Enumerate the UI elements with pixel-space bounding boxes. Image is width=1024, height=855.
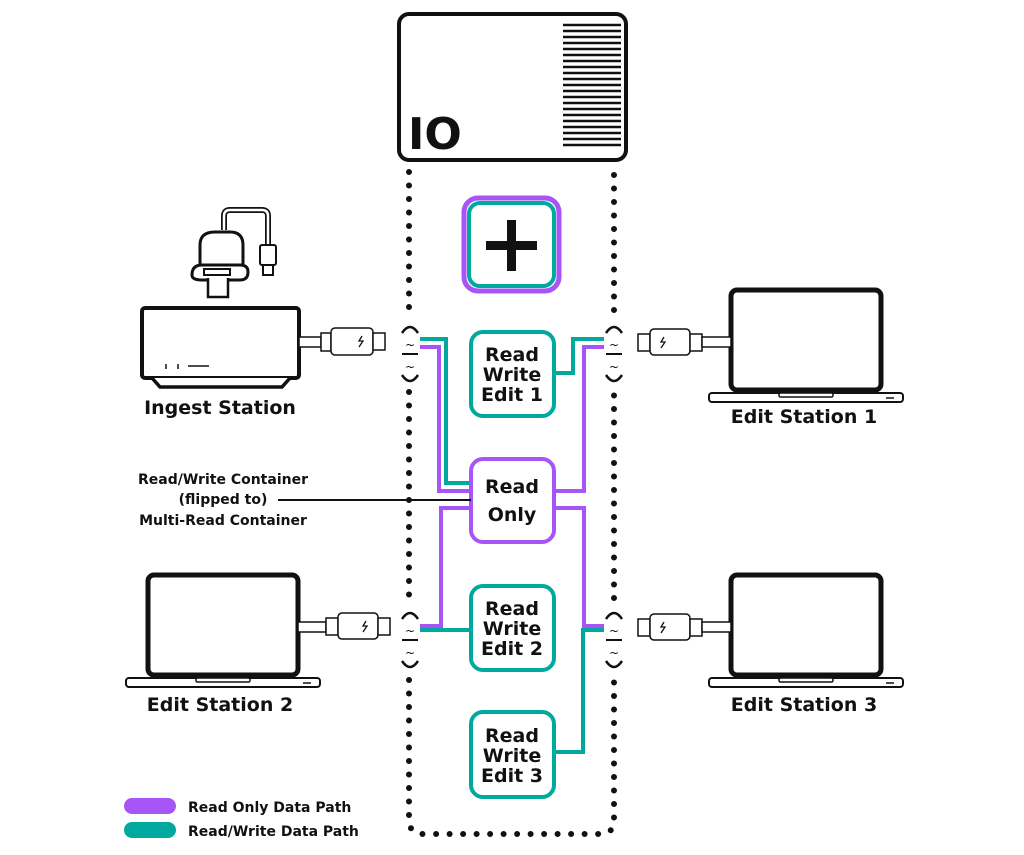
laptop-icon (709, 290, 903, 402)
card-reader-icon (190, 207, 277, 299)
flip-annotation: Read/Write Container (flipped to) Multi-… (138, 472, 471, 529)
svg-text:Read: Read (485, 344, 539, 366)
network-diagram: ~ ~ IO Read Write Edit 1 Read Only Read … (0, 12, 1024, 840)
edit-station-3[interactable]: Edit Station 3 (637, 575, 903, 716)
path-edit3-rw (553, 628, 604, 754)
container-read-write-edit-1[interactable]: Read Write Edit 1 (469, 330, 556, 418)
svg-text:Multi-Read Container: Multi-Read Container (139, 513, 307, 529)
path-edit1-ro (553, 345, 604, 493)
port-ingest-icon (400, 325, 420, 383)
laptop-icon (709, 575, 903, 687)
svg-text:Edit 2: Edit 2 (481, 638, 543, 660)
ingest-station-label: Ingest Station (144, 397, 296, 419)
thunderbolt-cable-edit1 (637, 328, 732, 356)
add-container-button[interactable] (461, 195, 562, 294)
svg-text:Edit 3: Edit 3 (481, 765, 543, 787)
edit-station-1[interactable]: Edit Station 1 (637, 290, 903, 428)
svg-text:Write: Write (483, 745, 541, 767)
path-edit3-ro (553, 506, 604, 628)
port-edit2-icon (400, 611, 420, 669)
edit-station-2[interactable]: Edit Station 2 (126, 575, 391, 716)
svg-text:Write: Write (483, 364, 541, 386)
legend-label-read-only: Read Only Data Path (188, 800, 351, 816)
svg-text:(flipped to): (flipped to) (179, 492, 268, 508)
port-edit3-icon (604, 611, 624, 669)
svg-text:Read: Read (485, 725, 539, 747)
io-storage-device: IO (397, 12, 628, 162)
legend-label-read-write: Read/Write Data Path (188, 824, 359, 840)
legend: Read Only Data Path Read/Write Data Path (124, 798, 359, 840)
edit-station-3-label: Edit Station 3 (731, 694, 877, 716)
edit-station-1-label: Edit Station 1 (731, 406, 877, 428)
svg-text:Edit 1: Edit 1 (481, 384, 543, 406)
svg-text:Write: Write (483, 618, 541, 640)
svg-text:Read: Read (485, 476, 539, 498)
path-ingest-rw (420, 337, 473, 485)
svg-text:Read: Read (485, 598, 539, 620)
io-label: IO (408, 109, 462, 160)
laptop-icon (126, 575, 320, 687)
svg-text:Read/Write Container: Read/Write Container (138, 472, 308, 488)
ingest-station[interactable]: Ingest Station (140, 207, 386, 419)
thunderbolt-cable-edit2 (297, 612, 391, 640)
edit-station-2-label: Edit Station 2 (147, 694, 293, 716)
thunderbolt-cable-ingest (298, 327, 386, 356)
path-edit1-rw (553, 337, 604, 375)
thunderbolt-cable-edit3 (637, 613, 732, 641)
container-read-only[interactable]: Read Only (469, 457, 556, 544)
container-read-write-edit-2[interactable]: Read Write Edit 2 (469, 584, 556, 672)
container-read-write-edit-3[interactable]: Read Write Edit 3 (469, 710, 556, 799)
path-edit2-ro (420, 506, 473, 628)
legend-swatch-read-write (124, 822, 176, 838)
port-edit1-icon (604, 325, 624, 383)
vent-lines-icon (563, 23, 621, 147)
svg-text:Only: Only (488, 504, 537, 526)
legend-swatch-read-only (124, 798, 176, 814)
